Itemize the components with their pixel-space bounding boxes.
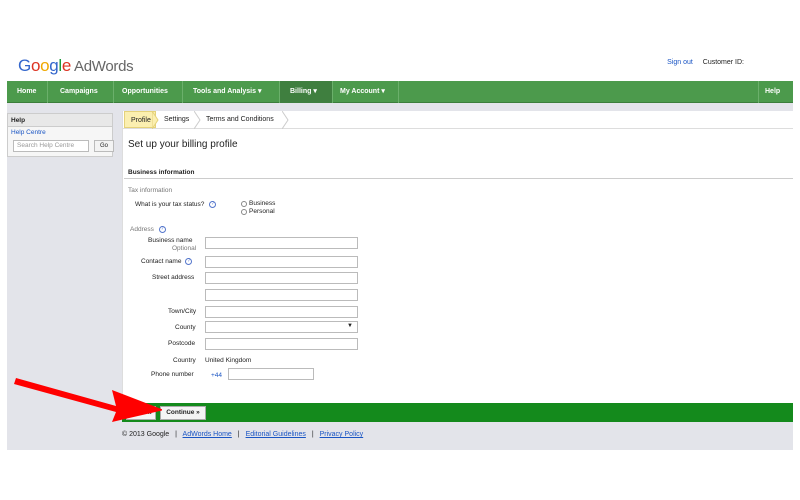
main-nav: Home Campaigns Opportunities Tools and A…: [7, 81, 793, 103]
radio-business-label: Business: [249, 200, 276, 207]
contact-name-label: Contact name: [141, 258, 182, 266]
town-city-input[interactable]: [205, 306, 358, 318]
footer-separator: |: [311, 431, 314, 438]
street-address-input-1[interactable]: [205, 272, 358, 284]
phone-prefix: +44: [211, 372, 223, 379]
dropdown-arrow-icon: ▼: [347, 323, 353, 329]
footer-separator: |: [237, 431, 240, 438]
chevron-icon: [282, 111, 289, 129]
page-title: Set up your billing profile: [128, 139, 238, 150]
tax-question-label: What is your tax status?: [135, 201, 205, 209]
tab-settings[interactable]: Settings: [158, 111, 189, 128]
editorial-guidelines-link[interactable]: Editorial Guidelines: [246, 431, 306, 438]
help-search-input[interactable]: Search Help Centre: [13, 140, 89, 152]
postcode-label: Postcode: [168, 340, 196, 347]
customer-id-label: Customer ID:: [702, 59, 744, 66]
help-panel-title: Help: [8, 114, 112, 127]
county-select[interactable]: ▼: [205, 321, 358, 333]
country-value: United Kingdom: [205, 357, 252, 364]
tax-heading: Tax information: [128, 187, 173, 194]
adwords-home-link[interactable]: AdWords Home: [183, 431, 232, 438]
address-heading-label: Address: [130, 226, 154, 234]
help-question-icon[interactable]: ?: [158, 226, 166, 233]
postcode-input[interactable]: [205, 338, 358, 350]
section-title: Business information: [128, 169, 195, 176]
nav-help[interactable]: Help: [755, 81, 790, 103]
help-panel: Help Help Centre Search Help Centre Go: [7, 113, 114, 157]
radio-business[interactable]: [241, 201, 247, 207]
logo-letter: e: [61, 56, 72, 75]
adwords-logo[interactable]: Google AdWords: [18, 56, 134, 76]
step-tabs: Profile Settings Terms and Conditions: [122, 111, 793, 129]
action-bar: [122, 403, 793, 422]
help-go-button[interactable]: Go: [94, 140, 114, 152]
continue-button[interactable]: Continue »: [160, 406, 206, 420]
nav-home[interactable]: Home: [7, 81, 46, 103]
privacy-policy-link[interactable]: Privacy Policy: [320, 431, 364, 438]
radio-personal-label: Personal: [249, 208, 275, 215]
footer: © 2013 Google | AdWords Home | Editorial…: [122, 431, 363, 438]
sign-out-link[interactable]: Sign out: [667, 59, 693, 66]
nav-billing[interactable]: Billing ▾: [280, 81, 332, 103]
business-name-input[interactable]: [205, 237, 358, 249]
logo-letter: G: [18, 56, 31, 75]
optional-label: Optional: [172, 245, 197, 252]
street-address-input-2[interactable]: [205, 289, 358, 301]
top-links: Sign out Customer ID:: [667, 59, 744, 66]
help-question-icon[interactable]: ?: [185, 258, 193, 265]
logo-suffix: AdWords: [74, 58, 134, 75]
logo-letter: o: [40, 56, 50, 75]
radio-personal[interactable]: [241, 209, 247, 215]
nav-opportunities[interactable]: Opportunities: [112, 81, 178, 103]
street-address-label: Street address: [152, 274, 195, 281]
logo-letter: o: [30, 56, 41, 75]
nav-my-account[interactable]: My Account ▾: [330, 81, 395, 103]
copyright: © 2013 Google: [122, 431, 170, 438]
footer-separator: |: [175, 431, 177, 438]
county-label: County: [175, 324, 196, 331]
help-centre-link[interactable]: Help Centre: [8, 129, 112, 136]
country-label: Country: [173, 357, 196, 364]
tab-terms[interactable]: Terms and Conditions: [200, 111, 274, 128]
business-name-label: Business name: [148, 237, 193, 244]
tax-question: What is your tax status? ?: [135, 201, 217, 209]
red-arrow-annotation: [14, 378, 162, 422]
phone-input[interactable]: [228, 368, 314, 380]
nav-tools-analysis[interactable]: Tools and Analysis ▾: [183, 81, 271, 103]
address-heading: Address ?: [130, 226, 166, 233]
help-question-icon[interactable]: ?: [209, 201, 217, 208]
town-city-label: Town/City: [168, 308, 197, 315]
contact-name-input[interactable]: [205, 256, 358, 268]
section-header: Business information: [124, 165, 793, 179]
contact-name: Contact name ?: [141, 258, 193, 266]
nav-campaigns[interactable]: Campaigns: [50, 81, 108, 103]
